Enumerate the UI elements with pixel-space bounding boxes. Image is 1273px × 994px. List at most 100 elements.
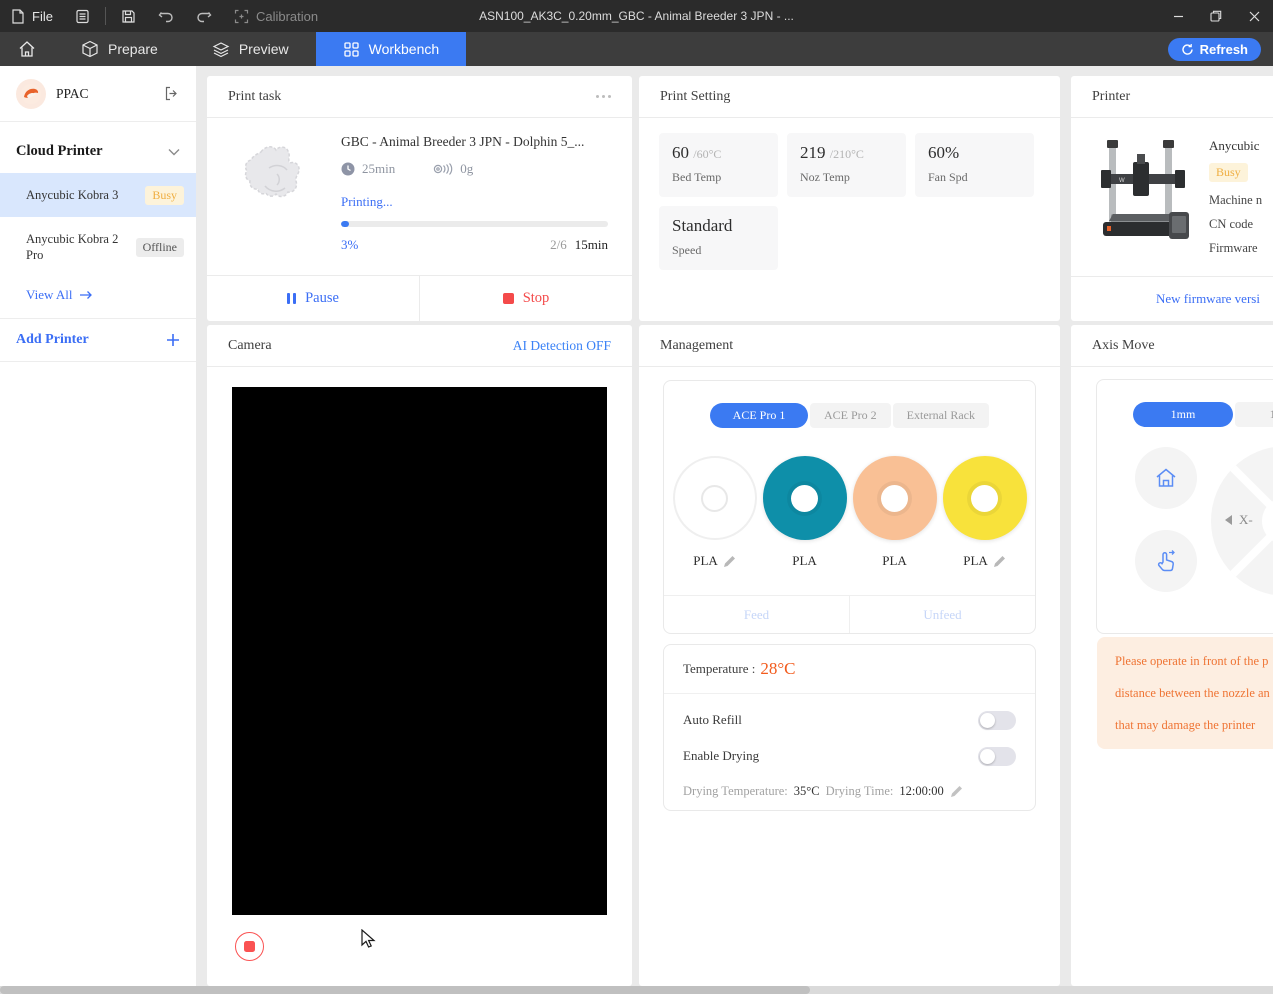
triangle-left-icon xyxy=(1225,515,1232,525)
toolbar-divider xyxy=(104,7,106,25)
save-button[interactable] xyxy=(110,0,147,32)
camera-card: Camera AI Detection OFF xyxy=(207,325,632,986)
bed-temp-label: Bed Temp xyxy=(672,170,722,184)
auto-refill-label: Auto Refill xyxy=(683,712,742,727)
undo-icon xyxy=(158,9,174,23)
fan-speed-value: 60% xyxy=(928,143,960,162)
edit-pencil-icon[interactable] xyxy=(950,785,963,798)
layers-icon xyxy=(212,40,230,58)
bed-temp-tile[interactable]: 60 /60°C Bed Temp xyxy=(659,133,778,197)
tab-ace-pro-1[interactable]: ACE Pro 1 xyxy=(710,403,808,428)
speed-label: Speed xyxy=(672,243,702,257)
account-name: PPAC xyxy=(56,85,89,101)
home-button[interactable] xyxy=(0,32,54,66)
tab-prepare-label: Prepare xyxy=(108,41,158,57)
step-10mm-tab[interactable]: 10mm xyxy=(1235,402,1273,427)
filament-slot-1[interactable]: PLA xyxy=(672,456,757,569)
tab-prepare[interactable]: Prepare xyxy=(54,32,185,66)
printer-name: Anycubic xyxy=(1209,138,1260,153)
close-button[interactable] xyxy=(1235,0,1273,32)
record-stop-button[interactable] xyxy=(235,932,264,961)
drying-panel: Temperature : 28°C Auto Refill Enable Dr… xyxy=(663,644,1036,811)
sidebar-printer-kobra2pro[interactable]: Anycubic Kobra 2 Pro Offline xyxy=(0,225,196,269)
file-icon xyxy=(11,8,25,24)
drying-time-value: 12:00:00 xyxy=(899,783,944,798)
nozzle-temp-tile[interactable]: 219 /210°C Noz Temp xyxy=(787,133,906,197)
speed-tile[interactable]: Standard Speed xyxy=(659,206,778,270)
pause-icon xyxy=(287,293,297,304)
new-firmware-link[interactable]: New firmware versi xyxy=(1071,276,1273,321)
horizontal-scrollbar[interactable] xyxy=(0,986,1273,994)
print-setting-card: Print Setting 60 /60°C Bed Temp 219 /210… xyxy=(639,76,1060,321)
file-menu-label: File xyxy=(32,8,53,24)
stop-icon xyxy=(502,293,514,304)
fan-speed-label: Fan Spd xyxy=(928,170,968,184)
calibration-menu[interactable]: Calibration xyxy=(223,0,329,32)
printer-card: Printer W Anycubic Busy Machine n CN cod… xyxy=(1071,76,1273,321)
management-card: Management ACE Pro 1 ACE Pro 2 External … xyxy=(639,325,1060,986)
manual-move-button[interactable] xyxy=(1135,530,1197,592)
workbench-grid-icon xyxy=(343,41,360,58)
sidebar-printer-kobra3[interactable]: Anycubic Kobra 3 Busy xyxy=(0,173,196,217)
add-printer-label: Add Printer xyxy=(16,332,89,347)
temperature-label: Temperature : xyxy=(683,661,756,676)
ai-detection-toggle[interactable]: AI Detection OFF xyxy=(513,338,611,354)
arrow-right-icon xyxy=(79,290,93,300)
axis-home-button[interactable] xyxy=(1135,447,1197,509)
filament-slot-2[interactable]: PLA xyxy=(762,456,847,569)
restore-button[interactable] xyxy=(1197,0,1235,32)
view-all-link[interactable]: View All xyxy=(0,269,196,319)
edit-pencil-icon[interactable] xyxy=(723,555,736,568)
warning-line: that may damage the printer xyxy=(1115,718,1256,732)
tab-ace-pro-2[interactable]: ACE Pro 2 xyxy=(810,403,891,428)
unfeed-button[interactable]: Unfeed xyxy=(850,596,1035,633)
tab-workbench-label: Workbench xyxy=(368,41,440,57)
filament-used: 0g xyxy=(460,161,474,176)
more-menu-icon[interactable] xyxy=(596,95,611,98)
account-row[interactable]: PPAC xyxy=(0,66,196,122)
print-task-card: Print task GBC - Animal Breeder 3 JPN - … xyxy=(207,76,632,321)
tab-external-rack[interactable]: External Rack xyxy=(892,403,989,428)
spool-ring xyxy=(762,456,847,540)
tab-preview[interactable]: Preview xyxy=(185,32,316,66)
scrollbar-thumb[interactable] xyxy=(0,986,810,994)
spool-ring xyxy=(672,456,757,540)
file-menu[interactable]: File xyxy=(0,0,64,32)
drying-temperature-label: Drying Temperature: xyxy=(683,783,788,798)
cloud-printer-title: Cloud Printer xyxy=(16,143,103,159)
pause-button[interactable]: Pause xyxy=(207,276,420,321)
axis-move-title: Axis Move xyxy=(1092,337,1155,353)
filament-slot-3[interactable]: PLA xyxy=(852,456,937,569)
spool-ring xyxy=(852,456,937,540)
camera-feed xyxy=(232,387,607,915)
filament-slot-4[interactable]: PLA xyxy=(942,456,1027,569)
cloud-printer-section[interactable]: Cloud Printer xyxy=(0,122,196,173)
x-minus-control[interactable]: X- xyxy=(1225,512,1253,528)
printer-status-badge: Busy xyxy=(1209,163,1248,182)
step-1mm-tab[interactable]: 1mm xyxy=(1133,402,1233,427)
minimize-button[interactable] xyxy=(1159,0,1197,32)
stop-button[interactable]: Stop xyxy=(420,276,632,321)
mouse-cursor xyxy=(361,929,377,951)
progress-bar xyxy=(341,221,608,227)
tab-workbench[interactable]: Workbench xyxy=(315,32,467,66)
notes-menu[interactable] xyxy=(64,0,101,32)
print-task-title: Print task xyxy=(228,88,282,104)
logout-icon[interactable] xyxy=(164,86,180,101)
fan-speed-tile[interactable]: 60% Fan Spd xyxy=(915,133,1034,197)
view-all-label: View All xyxy=(26,287,73,302)
add-printer-button[interactable]: Add Printer xyxy=(0,319,196,362)
temperature-value: 28°C xyxy=(760,659,796,678)
cn-code-field: CN code xyxy=(1209,217,1254,231)
refresh-button[interactable]: Refresh xyxy=(1167,37,1261,61)
edit-pencil-icon[interactable] xyxy=(993,555,1006,568)
firmware-field: Firmware xyxy=(1209,241,1258,255)
calibration-icon xyxy=(234,9,249,24)
enable-drying-toggle[interactable] xyxy=(978,746,1016,766)
auto-refill-toggle[interactable] xyxy=(978,710,1016,730)
feed-button[interactable]: Feed xyxy=(664,596,850,633)
undo-button[interactable] xyxy=(147,0,185,32)
nozzle-temp-label: Noz Temp xyxy=(800,170,850,184)
redo-button[interactable] xyxy=(185,0,223,32)
operation-warning: Please operate in front of the p distanc… xyxy=(1097,637,1273,749)
